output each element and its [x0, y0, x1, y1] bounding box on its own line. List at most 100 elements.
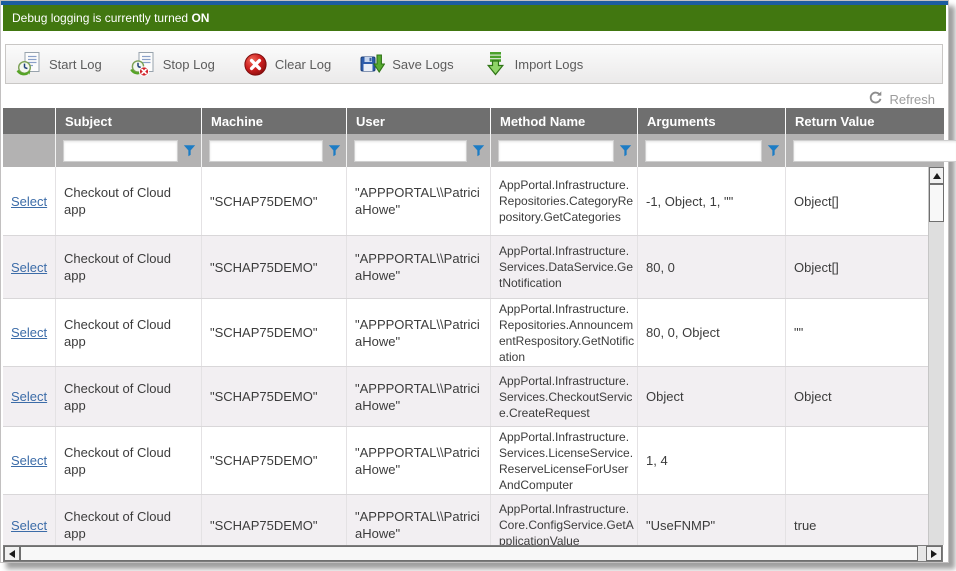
cell-select: Select — [3, 299, 56, 366]
up-arrow-icon — [933, 173, 941, 179]
refresh-label: Refresh — [889, 92, 935, 107]
refresh-button[interactable]: Refresh — [868, 90, 935, 108]
start-log-label: Start Log — [49, 57, 102, 72]
table-row: SelectCheckout of Cloud app"SCHAP75DEMO"… — [3, 495, 928, 546]
table-rows: SelectCheckout of Cloud app"SCHAP75DEMO"… — [3, 167, 928, 546]
cell-machine: "SCHAP75DEMO" — [202, 427, 347, 494]
cell-method: AppPortal.Infrastructure.Repositories.Ca… — [491, 167, 638, 235]
cell-select: Select — [3, 167, 56, 235]
horizontal-scroll-thumb[interactable] — [20, 546, 918, 561]
cell-machine: "SCHAP75DEMO" — [202, 236, 347, 298]
banner-text: Debug logging is currently turned — [12, 11, 188, 25]
cell-method: AppPortal.Infrastructure.Services.Licens… — [491, 427, 638, 494]
toolbar: Start Log Stop Log — [5, 44, 943, 84]
cell-method: AppPortal.Infrastructure.Services.DataSe… — [491, 236, 638, 298]
cell-arguments: 80, 0, Object — [638, 299, 786, 366]
cell-user: "APPPORTAL\\PatriciaHowe" — [347, 367, 491, 426]
cell-user: "APPPORTAL\\PatriciaHowe" — [347, 236, 491, 298]
cell-user: "APPPORTAL\\PatriciaHowe" — [347, 427, 491, 494]
save-logs-button[interactable]: Save Logs — [359, 51, 453, 77]
header-method-name[interactable]: Method Name — [491, 108, 638, 134]
filter-input-user[interactable] — [354, 140, 467, 162]
cell-return-value: Object — [786, 367, 928, 426]
import-logs-button[interactable]: Import Logs — [482, 51, 584, 77]
select-row-link[interactable]: Select — [11, 388, 47, 405]
table-row: Select Checkout of Cloud app"SCHAP75DEMO"… — [3, 427, 928, 495]
cell-select: Select — [3, 427, 56, 494]
stop-log-button[interactable]: Stop Log — [130, 51, 215, 77]
horizontal-scrollbar[interactable] — [3, 545, 943, 562]
filter-cell-method-name — [491, 134, 638, 167]
clear-log-icon — [243, 52, 268, 77]
table-body-wrap: SelectCheckout of Cloud app"SCHAP75DEMO"… — [3, 167, 944, 546]
scroll-right-button[interactable] — [926, 546, 942, 561]
header-user[interactable]: User — [347, 108, 491, 134]
filter-cell-subject — [56, 134, 202, 167]
filter-input-subject[interactable] — [63, 140, 178, 162]
header-subject[interactable]: Subject — [56, 108, 202, 134]
cell-select: Select — [3, 495, 56, 546]
cell-arguments: 1, 4 — [638, 427, 786, 494]
filter-cell-select — [3, 134, 56, 167]
vertical-scroll-thumb[interactable] — [929, 184, 944, 222]
scroll-up-button[interactable] — [929, 167, 944, 184]
filter-input-return-value[interactable] — [793, 140, 956, 162]
cell-return-value: true — [786, 495, 928, 546]
cell-select: Select — [3, 236, 56, 298]
select-row-link[interactable]: Select — [11, 259, 47, 276]
header-select — [3, 108, 56, 134]
left-arrow-icon — [9, 550, 15, 558]
cell-method: AppPortal.Infrastructure.Core.ConfigServ… — [491, 495, 638, 546]
cell-arguments: -1, Object, 1, "" — [638, 167, 786, 235]
right-arrow-icon — [931, 550, 937, 558]
cell-user: "APPPORTAL\\PatriciaHowe" — [347, 299, 491, 366]
cell-subject: Checkout of Cloud app — [56, 167, 202, 235]
cell-subject: Checkout of Cloud app — [56, 427, 202, 494]
filter-funnel-icon[interactable] — [767, 144, 780, 157]
select-row-link[interactable]: Select — [11, 517, 47, 534]
log-table: Subject Machine User Method Name Argumen… — [3, 108, 944, 546]
filter-cell-arguments — [638, 134, 786, 167]
filter-funnel-icon[interactable] — [619, 144, 632, 157]
header-machine[interactable]: Machine — [202, 108, 347, 134]
cell-subject: Checkout of Cloud app — [56, 236, 202, 298]
cell-machine: "SCHAP75DEMO" — [202, 495, 347, 546]
select-row-link[interactable]: Select — [11, 452, 47, 469]
header-return-value[interactable]: Return Value — [786, 108, 944, 134]
debug-log-window: Debug logging is currently turned ON Sta — [0, 0, 949, 563]
refresh-icon — [868, 90, 883, 108]
cell-return-value — [786, 427, 928, 494]
save-logs-label: Save Logs — [392, 57, 453, 72]
vertical-scrollbar[interactable] — [928, 167, 944, 545]
cell-user: "APPPORTAL\\PatriciaHowe" — [347, 167, 491, 235]
cell-select: Select — [3, 367, 56, 426]
import-logs-icon — [482, 51, 508, 77]
filter-cell-user — [347, 134, 491, 167]
clear-log-label: Clear Log — [275, 57, 331, 72]
filter-input-method-name[interactable] — [498, 140, 614, 162]
cell-arguments: 80, 0 — [638, 236, 786, 298]
filter-funnel-icon[interactable] — [183, 144, 196, 157]
banner-state: ON — [191, 11, 209, 25]
filter-input-machine[interactable] — [209, 140, 323, 162]
stop-log-icon — [130, 51, 156, 77]
clear-log-button[interactable]: Clear Log — [243, 52, 331, 77]
filter-cell-machine — [202, 134, 347, 167]
cell-machine: "SCHAP75DEMO" — [202, 299, 347, 366]
filter-funnel-icon[interactable] — [328, 144, 341, 157]
scroll-left-button[interactable] — [4, 546, 20, 561]
table-header-row: Subject Machine User Method Name Argumen… — [3, 108, 944, 134]
cell-return-value: Object[] — [786, 167, 928, 235]
start-log-button[interactable]: Start Log — [16, 51, 102, 77]
cell-subject: Checkout of Cloud app — [56, 367, 202, 426]
select-row-link[interactable]: Select — [11, 324, 47, 341]
filter-funnel-icon[interactable] — [472, 144, 485, 157]
filter-input-arguments[interactable] — [645, 140, 762, 162]
header-arguments[interactable]: Arguments — [638, 108, 786, 134]
start-log-icon — [16, 51, 42, 77]
table-row: SelectCheckout of Cloud app"SCHAP75DEMO"… — [3, 299, 928, 367]
cell-return-value: "" — [786, 299, 928, 366]
import-logs-label: Import Logs — [515, 57, 584, 72]
cell-arguments: Object — [638, 367, 786, 426]
select-row-link[interactable]: Select — [11, 193, 47, 210]
